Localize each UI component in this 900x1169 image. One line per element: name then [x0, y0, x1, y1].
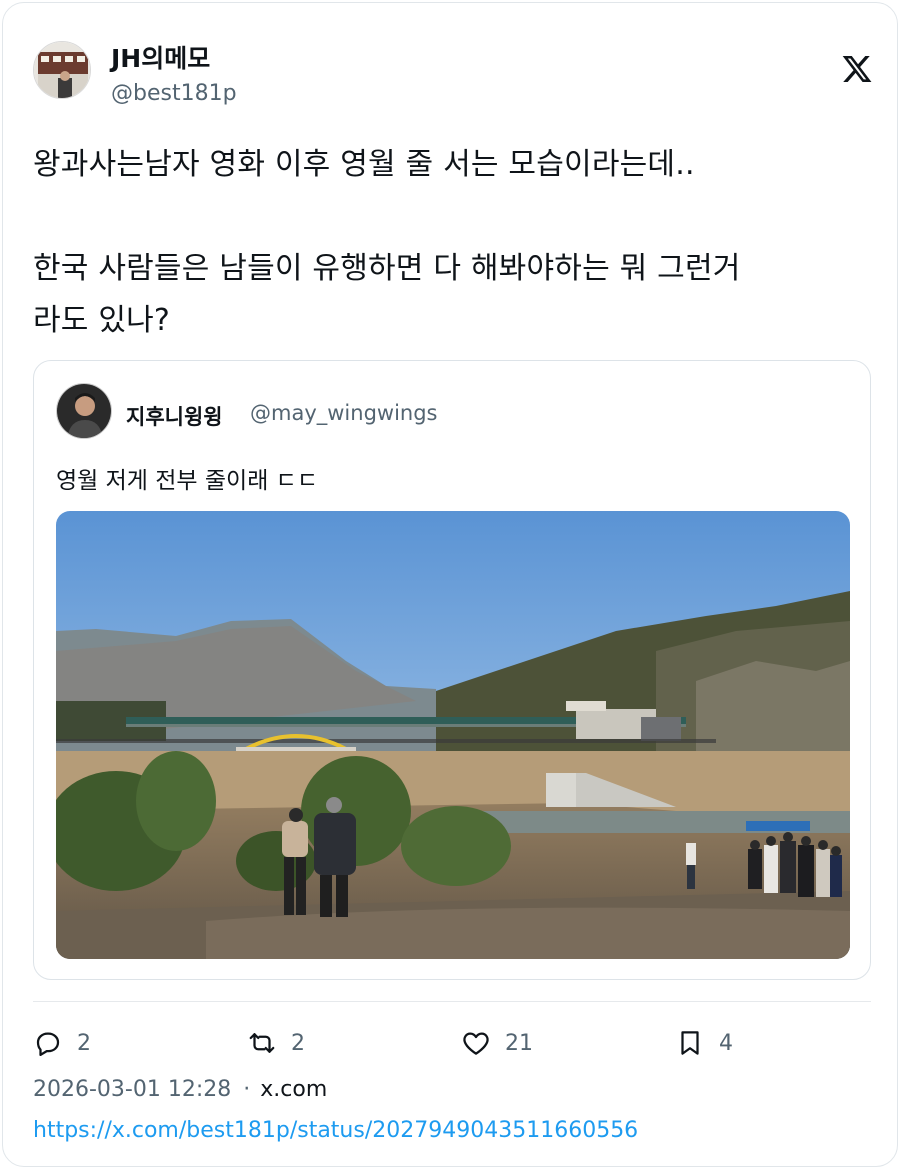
quoted-post[interactable]: 지후니윙윙 @may_wingwings 영월 저게 전부 줄이래 ㄷㄷ: [33, 360, 871, 980]
quoted-author-display-name[interactable]: 지후니윙윙: [126, 401, 223, 431]
post-meta: 2026-03-01 12:28 · x.com: [33, 1077, 327, 1102]
quoted-author-handle[interactable]: @may_wingwings: [250, 401, 438, 425]
post-timestamp[interactable]: 2026-03-01 12:28: [33, 1077, 231, 1102]
author-handle[interactable]: @best181p: [111, 81, 237, 106]
like-count: 21: [505, 1030, 533, 1056]
bookmark-icon: [681, 1031, 699, 1055]
like-button[interactable]: 21: [461, 1025, 533, 1061]
meta-separator: ·: [243, 1077, 251, 1102]
actions-divider: [33, 1001, 871, 1002]
author-display-name[interactable]: JH의메모: [111, 39, 210, 75]
post-card: JH의메모 @best181p 왕과사는남자 영화 이후 영월 줄 서는 모습이…: [2, 2, 898, 1167]
bookmark-button[interactable]: 4: [675, 1025, 733, 1061]
quoted-post-text: 영월 저게 전부 줄이래 ㄷㄷ: [56, 468, 319, 494]
repost-button[interactable]: 2: [247, 1025, 305, 1061]
quoted-author-avatar[interactable]: [56, 383, 112, 439]
post-source[interactable]: x.com: [260, 1077, 327, 1102]
quoted-post-photo[interactable]: [56, 511, 850, 959]
reply-count: 2: [77, 1030, 91, 1056]
post-url-link[interactable]: https://x.com/best181p/status/2027949043…: [33, 1118, 638, 1143]
reply-icon: [36, 1032, 60, 1056]
reply-button[interactable]: 2: [33, 1025, 91, 1061]
heart-icon: [463, 1032, 489, 1055]
author-avatar[interactable]: [33, 41, 91, 99]
repost-count: 2: [291, 1030, 305, 1056]
repost-icon: [249, 1033, 275, 1053]
x-logo-icon[interactable]: [841, 53, 873, 85]
bookmark-count: 4: [719, 1030, 733, 1056]
post-text: 왕과사는남자 영화 이후 영월 줄 서는 모습이라는데.. 한국 사람들은 남들…: [33, 147, 741, 338]
